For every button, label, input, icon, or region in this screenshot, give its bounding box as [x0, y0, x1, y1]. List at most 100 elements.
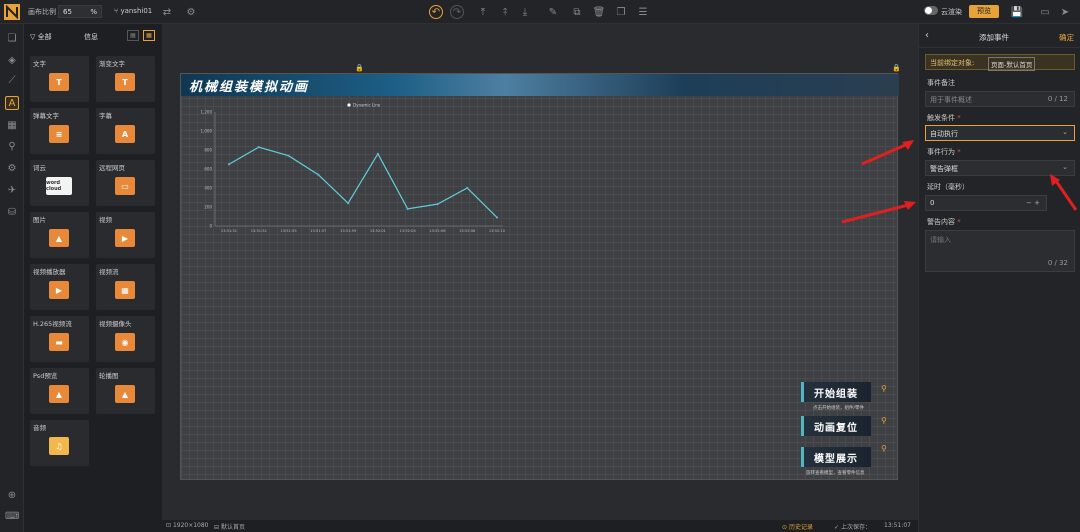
stack-icon[interactable]: ⛁ — [5, 206, 19, 220]
page-icon[interactable]: ❏ — [5, 32, 19, 46]
plane-icon[interactable]: ✈ — [5, 184, 19, 198]
start-assembly-button[interactable]: 开始组装 — [801, 382, 871, 402]
component-label: 词云 — [33, 164, 46, 172]
remark-input[interactable]: 用于事件概述 0 / 12 — [925, 91, 1075, 107]
canvas-area[interactable]: 🔒 🔒 机械组装模拟动画 0 200 400 600 800 1,000 1,200 13:5… — [162, 24, 918, 520]
data-point[interactable] — [376, 152, 379, 155]
delete-icon[interactable]: 🗑 — [592, 5, 606, 19]
component-card[interactable]: 视频流 ▦ — [96, 264, 155, 310]
brush-icon[interactable]: ✎ — [546, 5, 560, 19]
copy-icon[interactable]: ⧉ — [570, 5, 584, 19]
component-thumbnail-icon: word cloud — [46, 177, 72, 195]
tab-info[interactable]: 信息 — [84, 32, 98, 42]
monitor-icon[interactable]: ▭ — [1038, 5, 1052, 19]
keyboard-icon[interactable]: ⌨ — [5, 510, 19, 524]
data-point[interactable] — [227, 163, 231, 166]
stepper-icon[interactable]: − + — [1026, 199, 1040, 207]
component-card[interactable]: H.265视频流 ▬ — [30, 316, 89, 362]
action-label: 事件行为 * — [927, 148, 961, 156]
content-textarea[interactable]: 请输入 0 / 32 — [925, 230, 1075, 272]
action-select[interactable]: 警告弹框 ⌄ — [925, 160, 1075, 176]
data-point[interactable] — [257, 146, 260, 149]
history-link[interactable]: ⊙ 历史记录 — [782, 522, 813, 531]
layers-icon[interactable]: ◈ — [5, 54, 19, 68]
resolution-text[interactable]: ⊡ 1920×1080 — [166, 522, 209, 529]
trigger-select[interactable]: 自动执行 ⌄ — [925, 125, 1075, 141]
canvas-scale-input[interactable]: 65% — [58, 5, 102, 18]
data-point[interactable] — [466, 186, 469, 190]
network-node-icon: ⚲ — [881, 384, 887, 393]
component-card[interactable]: 音频 ♫ — [30, 420, 89, 466]
component-card[interactable]: 轮播图 ▲ — [96, 368, 155, 414]
model-display-subtext: 旋转查看模型，查看零件信息 — [806, 471, 865, 476]
lock-icon[interactable]: 🔒 — [892, 64, 901, 72]
media-icon[interactable]: A — [5, 96, 19, 110]
component-card[interactable]: 文字 T — [30, 56, 89, 102]
component-thumbnail-icon: A — [115, 125, 135, 143]
legend-marker — [347, 103, 351, 107]
undo-icon[interactable]: ↶ — [429, 5, 443, 19]
x-tick-label: 13:52:01 — [370, 229, 386, 233]
upload-icon[interactable]: ⤒ — [476, 5, 490, 19]
component-card[interactable]: 词云 word cloud — [30, 160, 89, 206]
data-point[interactable] — [495, 216, 499, 219]
component-card[interactable]: Psd预览 ▲ — [30, 368, 89, 414]
swap-icon[interactable]: ⇄ — [160, 5, 174, 19]
component-card[interactable]: 远程网页 ▭ — [96, 160, 155, 206]
data-point[interactable] — [317, 173, 320, 176]
component-label: 弹幕文字 — [33, 112, 59, 120]
default-page-text[interactable]: ⊟ 默认首页 — [214, 522, 245, 531]
publish-icon[interactable]: ➤ — [1058, 5, 1072, 19]
component-icon[interactable]: ⚙ — [5, 162, 19, 176]
legend-label[interactable]: Dynamic Line — [353, 103, 381, 108]
tab-all[interactable]: ▽ 全部 — [30, 32, 52, 42]
component-card[interactable]: 字幕 A — [96, 108, 155, 154]
delay-input[interactable]: 0 − + — [925, 195, 1047, 211]
back-icon[interactable]: ‹ — [925, 30, 929, 41]
layer-icon[interactable]: ☰ — [636, 5, 650, 19]
series-line[interactable] — [228, 146, 498, 218]
confirm-button[interactable]: 确定 — [1059, 32, 1074, 43]
table-icon[interactable]: ▦ — [5, 119, 19, 133]
chart-icon[interactable]: ⟋ — [5, 74, 19, 88]
line-chart[interactable]: 0 200 400 600 800 1,000 1,200 13:51:51 13:51:52 1… — [185, 98, 509, 234]
settings-icon[interactable]: ⚙ — [184, 5, 198, 19]
component-card[interactable]: 渐变文字 T — [96, 56, 155, 102]
model-display-button[interactable]: 模型展示 — [801, 447, 871, 467]
cloud-render-toggle[interactable] — [924, 6, 938, 15]
align-top-icon[interactable]: ⤉ — [498, 5, 512, 19]
component-card[interactable]: 视频摄像头 ◉ — [96, 316, 155, 362]
grid-view-button[interactable]: ▦ — [143, 30, 155, 41]
save-icon[interactable]: 💾 — [1010, 5, 1024, 19]
component-label: 音频 — [33, 424, 46, 432]
data-point[interactable] — [406, 207, 409, 210]
reset-animation-button[interactable]: 动画复位 — [801, 416, 871, 436]
design-stage[interactable]: 机械组装模拟动画 0 200 400 600 800 1,000 1,200 13:51:51… — [180, 73, 899, 480]
y-tick-label: 800 — [204, 148, 212, 153]
network-icon[interactable]: ⚲ — [5, 140, 19, 154]
download-icon[interactable]: ⤓ — [518, 5, 532, 19]
component-card[interactable]: 弹幕文字 ≡ — [30, 108, 89, 154]
delay-label: 延时（毫秒） — [927, 183, 969, 191]
user-name[interactable]: ⑂ yanshi01 — [114, 7, 152, 15]
bound-object-row: 当前绑定对象: 页面-默认首页 — [925, 54, 1075, 71]
list-view-button[interactable]: ▤ — [127, 30, 139, 41]
y-tick-label: 1,000 — [201, 129, 213, 134]
preview-button[interactable]: 预览 — [969, 5, 999, 18]
data-point[interactable] — [436, 203, 439, 206]
canvas-scale-label: 画布比例 — [28, 8, 56, 16]
data-point[interactable] — [287, 154, 290, 157]
event-panel: ‹ 添加事件 确定 当前绑定对象: 页面-默认首页 事件备注 用于事件概述 0 … — [918, 24, 1080, 532]
help-icon[interactable]: ⊕ — [5, 489, 19, 503]
title-banner[interactable]: 机械组装模拟动画 — [181, 74, 899, 96]
component-thumbnail-icon: ▲ — [49, 229, 69, 247]
component-card[interactable]: 图片 ▲ — [30, 212, 89, 258]
panel-title: 添加事件 — [979, 33, 1009, 42]
y-tick-label: 600 — [204, 167, 212, 172]
lock-icon[interactable]: 🔒 — [355, 64, 364, 72]
data-point[interactable] — [347, 202, 350, 205]
group-icon[interactable]: ❐ — [614, 5, 628, 19]
component-card[interactable]: 视频 ▶ — [96, 212, 155, 258]
redo-icon[interactable]: ↷ — [450, 5, 464, 19]
component-card[interactable]: 视频播放器 ▶ — [30, 264, 89, 310]
